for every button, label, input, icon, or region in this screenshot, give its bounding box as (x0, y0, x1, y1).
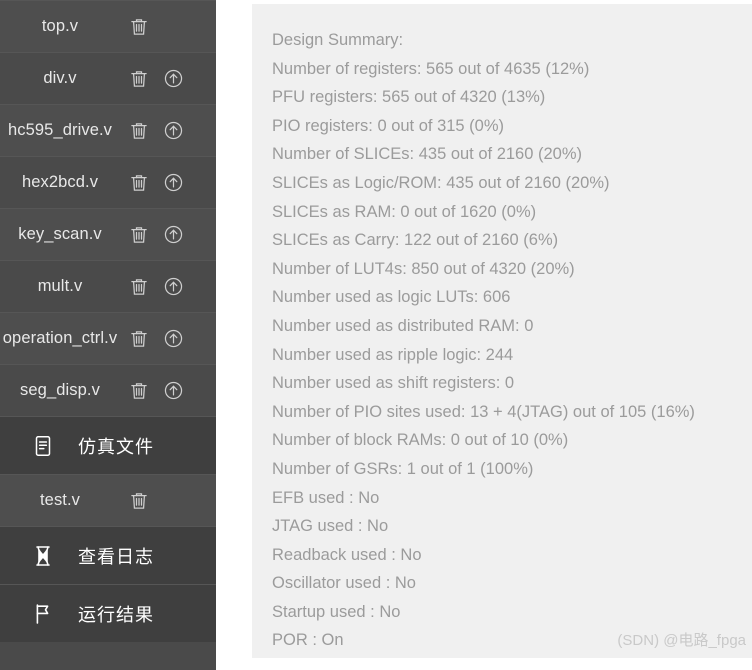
section-label: 运行结果 (78, 604, 154, 625)
log-line: Number of SLICEs: 435 out of 2160 (20%) (272, 145, 583, 164)
file-actions (124, 16, 202, 38)
log-line: SLICEs as Carry: 122 out of 2160 (6%) (272, 231, 559, 250)
log-line: Number used as ripple logic: 244 (272, 345, 514, 364)
file-list-item[interactable]: seg_disp.v (0, 364, 216, 416)
trash-icon[interactable] (128, 328, 150, 350)
log-line: SLICEs as Logic/ROM: 435 out of 2160 (20… (272, 173, 610, 192)
section-label: 仿真文件 (78, 436, 154, 457)
log-line: Number of LUT4s: 850 out of 4320 (20%) (272, 259, 575, 278)
log-line: JTAG used : No (272, 517, 389, 536)
upload-circle-icon[interactable] (162, 380, 184, 402)
sidebar-section-simulation-files[interactable]: 仿真文件 (0, 416, 216, 474)
trash-icon[interactable] (128, 16, 150, 38)
file-actions (124, 380, 202, 402)
sidebar-section-view-log[interactable]: 查看日志 (0, 526, 216, 584)
file-name-label: operation_ctrl.v (2, 329, 118, 347)
log-line: PIO registers: 0 out of 315 (0%) (272, 116, 505, 135)
sidebar-section-run-result[interactable]: 运行结果 (0, 584, 216, 642)
upload-circle-icon[interactable] (162, 224, 184, 246)
section-label: 查看日志 (78, 546, 154, 567)
trash-icon[interactable] (128, 276, 150, 298)
file-list-item[interactable]: hex2bcd.v (0, 156, 216, 208)
hourglass-icon (30, 543, 56, 569)
log-line: Number used as shift registers: 0 (272, 374, 515, 393)
file-name-label: seg_disp.v (20, 381, 100, 399)
log-output-panel[interactable]: Design Summary: Number of registers: 565 … (252, 4, 752, 658)
log-line: Number used as logic LUTs: 606 (272, 288, 511, 307)
file-actions (124, 276, 202, 298)
log-line: Readback used : No (272, 545, 422, 564)
file-actions (124, 172, 202, 194)
upload-circle-icon[interactable] (162, 172, 184, 194)
file-list-item[interactable]: key_scan.v (0, 208, 216, 260)
file-list-item[interactable]: hc595_drive.v (0, 104, 216, 156)
file-name-label: hc595_drive.v (7, 121, 113, 139)
file-actions (124, 120, 202, 142)
trash-icon[interactable] (128, 380, 150, 402)
app-root: top.v div.v hc595_drive.v hex2bcd.v key_scan… (0, 0, 752, 670)
log-line: Number of GSRs: 1 out of 1 (100%) (272, 459, 534, 478)
trash-icon[interactable] (128, 224, 150, 246)
file-name-label: key_scan.v (18, 225, 102, 243)
upload-circle-icon[interactable] (162, 328, 184, 350)
file-list-item[interactable]: operation_ctrl.v (0, 312, 216, 364)
file-list-item[interactable]: top.v (0, 0, 216, 52)
log-line: Number of registers: 565 out of 4635 (12… (272, 59, 590, 78)
upload-circle-icon[interactable] (162, 276, 184, 298)
log-line: Number of PIO sites used: 13 + 4(JTAG) o… (272, 402, 695, 421)
trash-icon[interactable] (128, 120, 150, 142)
log-line: Startup used : No (272, 602, 401, 621)
file-name-label: mult.v (37, 277, 83, 295)
file-name-label: hex2bcd.v (21, 173, 99, 191)
file-name-label: top.v (41, 17, 79, 35)
file-name-label: test.v (39, 491, 81, 509)
upload-circle-icon[interactable] (162, 120, 184, 142)
file-actions (124, 328, 202, 350)
flag-icon (30, 601, 56, 627)
log-line: Oscillator used : No (272, 574, 416, 593)
log-line: SLICEs as RAM: 0 out of 1620 (0%) (272, 202, 537, 221)
file-sidebar: top.v div.v hc595_drive.v hex2bcd.v key_scan… (0, 0, 216, 670)
document-icon (30, 433, 56, 459)
file-actions (124, 490, 202, 512)
file-list-item[interactable]: div.v (0, 52, 216, 104)
log-line: Design Summary: (272, 31, 404, 49)
file-list-item[interactable]: test.v (0, 474, 216, 526)
file-actions (124, 68, 202, 90)
file-list-item[interactable]: mult.v (0, 260, 216, 312)
log-line: EFB used : No (272, 488, 380, 507)
log-line: PFU registers: 565 out of 4320 (13%) (272, 88, 546, 107)
log-line: Number of block RAMs: 0 out of 10 (0%) (272, 431, 569, 450)
content-area: Design Summary: Number of registers: 565 … (216, 0, 752, 670)
upload-circle-icon[interactable] (162, 68, 184, 90)
log-line: Bandgap : On (272, 655, 752, 658)
log-line: Number used as distributed RAM: 0 (272, 316, 534, 335)
trash-icon[interactable] (128, 490, 150, 512)
trash-icon[interactable] (128, 68, 150, 90)
trash-icon[interactable] (128, 172, 150, 194)
file-name-label: div.v (43, 69, 77, 87)
log-line: POR : On (272, 631, 344, 650)
file-actions (124, 224, 202, 246)
